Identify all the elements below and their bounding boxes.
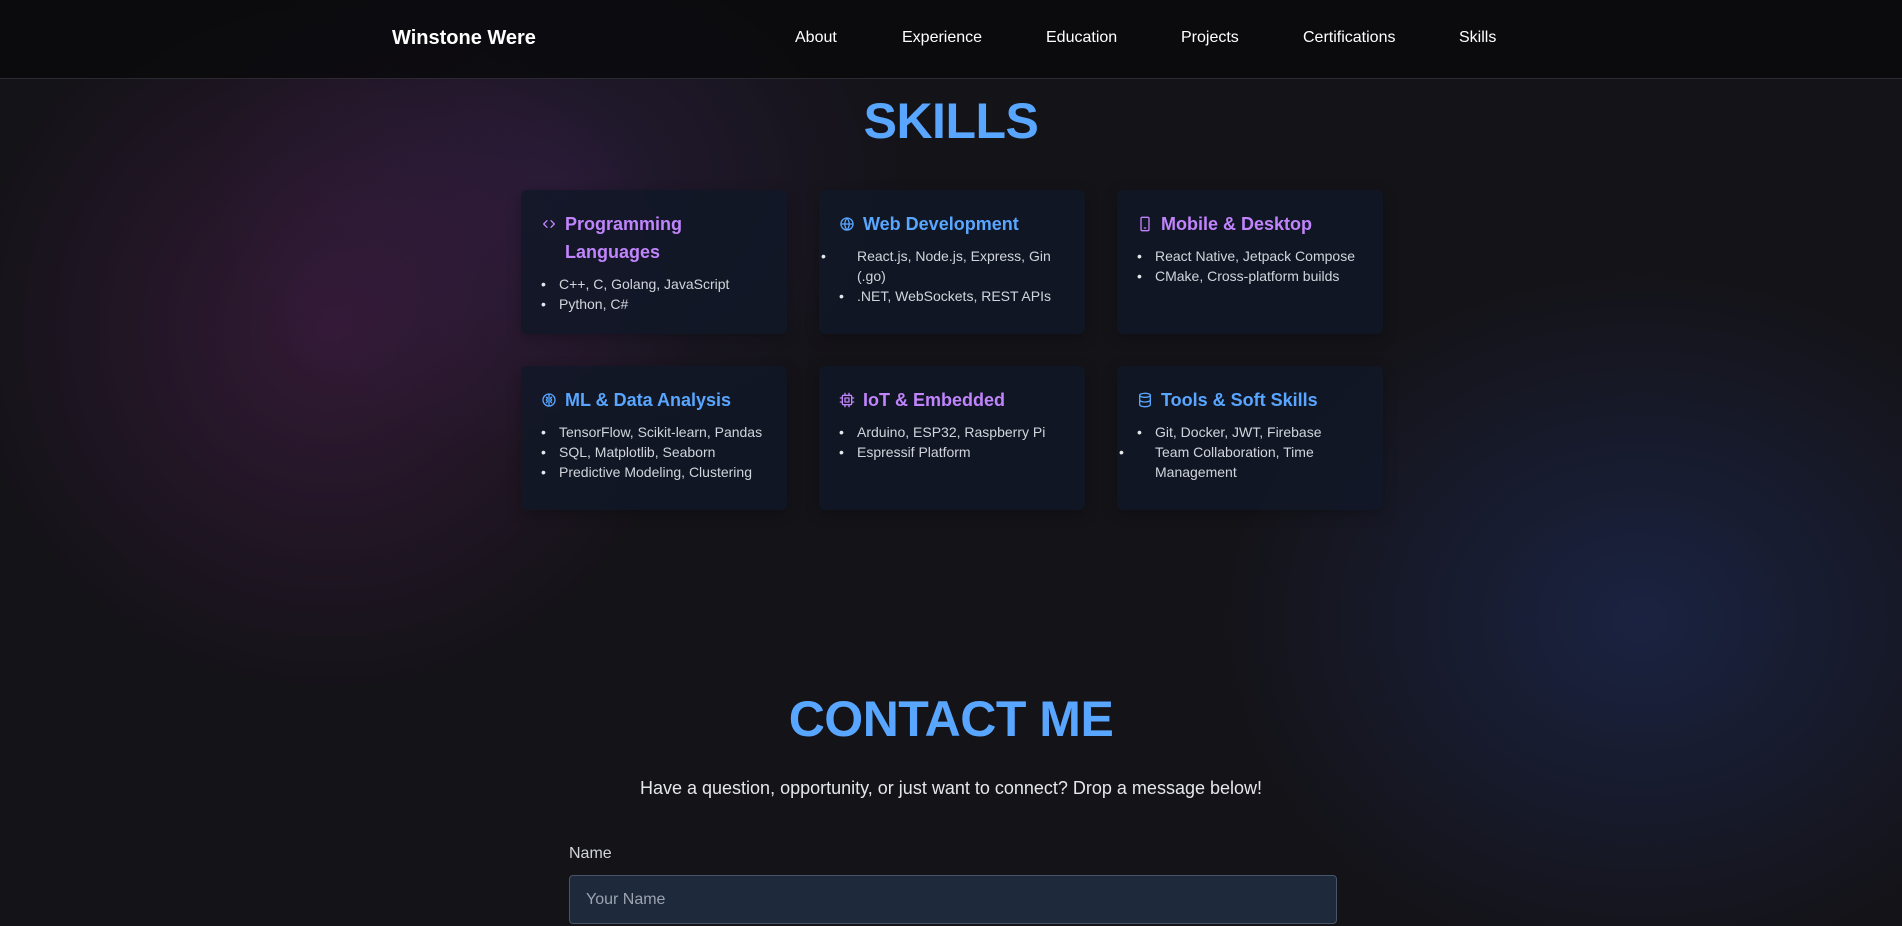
code-icon: [543, 220, 555, 228]
nav-link-certifications[interactable]: Certifications: [1303, 29, 1395, 47]
skill-item: Arduino, ESP32, Raspberry Pi: [839, 422, 1065, 442]
skill-item: React.js, Node.js, Express, Gin (.go): [821, 246, 1065, 286]
nav-link-education[interactable]: Education: [1046, 29, 1117, 47]
skill-card-web: Web Development React.js, Node.js, Expre…: [819, 190, 1085, 334]
skill-item: TensorFlow, Scikit-learn, Pandas: [541, 422, 767, 442]
name-input[interactable]: [569, 875, 1337, 924]
skill-item: React Native, Jetpack Compose: [1137, 246, 1363, 266]
skill-item: Espressif Platform: [839, 442, 1065, 462]
top-navbar: Winstone Were About Experience Education…: [0, 0, 1902, 79]
skill-card-ml: ML & Data Analysis TensorFlow, Scikit-le…: [521, 366, 787, 510]
globe-icon: [840, 217, 854, 231]
skill-card-programming: Programming Languages C++, C, Golang, Ja…: [521, 190, 787, 334]
skill-list: Arduino, ESP32, Raspberry Pi Espressif P…: [839, 422, 1065, 462]
nav-link-skills[interactable]: Skills: [1459, 29, 1496, 47]
skill-list: TensorFlow, Scikit-learn, Pandas SQL, Ma…: [541, 422, 767, 482]
database-icon: [1139, 392, 1151, 408]
skill-item: SQL, Matplotlib, Seaborn: [541, 442, 767, 462]
brain-icon: [542, 393, 556, 407]
skill-item: CMake, Cross-platform builds: [1137, 266, 1363, 286]
skill-card-iot: IoT & Embedded Arduino, ESP32, Raspberry…: [819, 366, 1085, 510]
skill-list: React.js, Node.js, Express, Gin (.go) .N…: [821, 246, 1065, 306]
skills-heading: SKILLS: [863, 93, 1039, 149]
skill-card-mobile: Mobile & Desktop React Native, Jetpack C…: [1117, 190, 1383, 334]
skill-card-title: Tools & Soft Skills: [1161, 390, 1318, 410]
skill-item: Git, Docker, JWT, Firebase: [1137, 422, 1363, 442]
nav-link-experience[interactable]: Experience: [902, 29, 982, 47]
skill-card-title: Programming Languages: [565, 214, 683, 262]
skill-item: .NET, WebSockets, REST APIs: [839, 286, 1065, 306]
name-label: Name: [569, 845, 612, 862]
skill-item: Python, C#: [541, 294, 767, 314]
nav-link-projects[interactable]: Projects: [1181, 29, 1239, 47]
smartphone-icon: [1140, 216, 1150, 232]
skill-card-title: ML & Data Analysis: [565, 390, 732, 410]
skills-grid: Programming Languages C++, C, Golang, Ja…: [521, 190, 1383, 510]
nav-links: About Experience Education Projects Cert…: [0, 29, 1902, 51]
skill-card-title: Web Development: [863, 214, 1019, 234]
skill-item: Predictive Modeling, Clustering: [541, 462, 767, 482]
skill-item: Team Collaboration, Time Management: [1119, 442, 1363, 482]
skill-card-tools: Tools & Soft Skills Git, Docker, JWT, Fi…: [1117, 366, 1383, 510]
contact-heading: CONTACT ME: [788, 691, 1114, 747]
skill-card-title: Mobile & Desktop: [1161, 214, 1313, 234]
nav-link-about[interactable]: About: [795, 29, 837, 47]
skill-list: React Native, Jetpack Compose CMake, Cro…: [1137, 246, 1363, 286]
skill-list: C++, C, Golang, JavaScript Python, C#: [541, 274, 767, 314]
skill-card-title: IoT & Embedded: [863, 390, 1006, 410]
skill-list: Git, Docker, JWT, Firebase Team Collabor…: [1119, 422, 1363, 482]
contact-subtitle: Have a question, opportunity, or just wa…: [639, 778, 1263, 798]
cpu-icon: [839, 392, 855, 408]
skill-item: C++, C, Golang, JavaScript: [541, 274, 767, 294]
